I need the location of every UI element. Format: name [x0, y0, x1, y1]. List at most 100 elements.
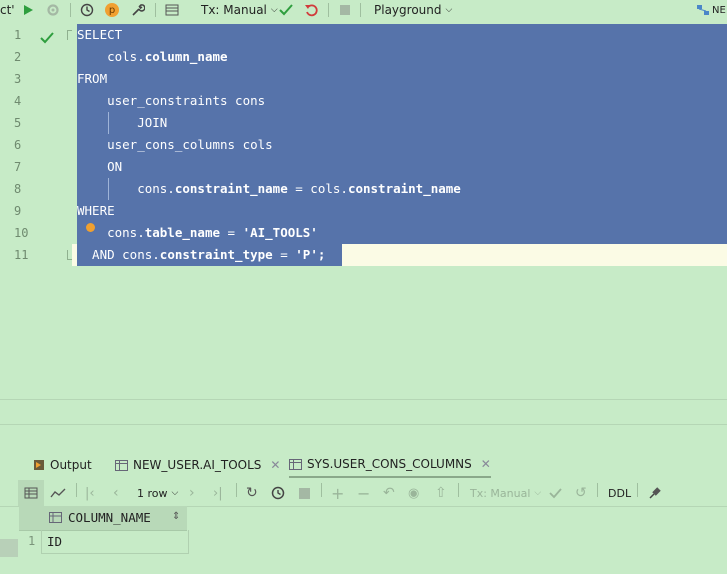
row-number: 1 — [28, 534, 36, 548]
chevron-down-icon: ⌵ — [445, 5, 453, 15]
ddl-button[interactable]: DDL — [608, 480, 631, 506]
code-token: = cols. — [287, 181, 348, 196]
toolbar-separator — [597, 483, 598, 497]
selection-block — [485, 24, 727, 244]
history-clock-icon[interactable] — [80, 0, 94, 20]
results-tx-mode-dropdown[interactable]: Tx: Manual ⌵ — [470, 480, 541, 506]
code-line: cons.table_name = 'AI_TOOLS' — [77, 222, 318, 244]
code-line: FROM — [77, 68, 107, 90]
table-icon — [115, 459, 128, 471]
code-token: column_name — [144, 49, 228, 64]
sort-icon[interactable]: ⇕ — [172, 511, 180, 522]
close-icon[interactable]: ✕ — [270, 458, 280, 472]
cell-value: ID — [47, 534, 63, 549]
toolbar-separator — [637, 483, 638, 497]
chart-view-icon[interactable] — [50, 480, 66, 506]
toolbar-separator — [328, 3, 329, 17]
pin-icon[interactable] — [648, 480, 662, 506]
code-token: table_name — [144, 225, 220, 240]
preview-icon[interactable]: ◉ — [408, 480, 419, 506]
table-icon — [289, 458, 302, 470]
commit-check-icon[interactable] — [279, 0, 293, 20]
tx-mode-label: Tx: Manual — [201, 3, 267, 17]
code-token: 'P'; — [295, 247, 326, 262]
query-history-icon[interactable] — [271, 480, 286, 506]
add-row-icon[interactable]: + — [331, 480, 344, 506]
code-line: ON — [77, 156, 122, 178]
profile-badge: p — [105, 3, 119, 17]
results-grid: COLUMN_NAME ⇕ 1 ID — [0, 506, 727, 574]
column-header-label: COLUMN_NAME — [68, 510, 151, 525]
stop-query-icon[interactable] — [299, 480, 310, 506]
row-count-label: 1 row — [137, 486, 168, 500]
rollback-icon[interactable] — [304, 0, 318, 20]
commit-check-icon[interactable] — [549, 480, 562, 506]
tab-new-user-ai-tools[interactable]: NEW_USER.AI_TOOLS ✕ — [115, 452, 280, 478]
last-page-icon[interactable]: ›| — [213, 480, 223, 506]
tab-sys-user-cons-columns[interactable]: SYS.USER_CONS_COLUMNS ✕ — [289, 452, 491, 478]
profile-badge-icon[interactable]: p — [105, 0, 119, 20]
code-line: SELECT — [77, 24, 122, 46]
code-line: cols.column_name — [77, 46, 228, 68]
code-line: AND cons.constraint_type = 'P'; — [77, 244, 325, 266]
code-line: user_constraints cons — [77, 90, 265, 112]
toolbar-separator — [76, 483, 77, 497]
next-page-icon[interactable]: › — [189, 480, 195, 506]
results-toolbar: |‹ ‹ 1 row ⌵ › ›| ↻ + − ↶ ◉ ⇧ Tx: Manual… — [0, 480, 727, 507]
previous-page-icon[interactable]: ‹ — [113, 480, 119, 506]
code-token: ON — [77, 159, 123, 174]
line-number: 4 — [14, 94, 22, 108]
row-count-dropdown[interactable]: 1 row ⌵ — [137, 480, 178, 506]
chevron-down-icon: ⌵ — [534, 488, 542, 498]
delete-row-icon[interactable]: − — [357, 480, 370, 506]
code-token: constraint_name — [347, 181, 461, 196]
tx-mode-dropdown[interactable]: Tx: Manual ⌵ — [201, 0, 278, 20]
code-token: constraint_type — [159, 247, 273, 262]
toolbar-separator — [458, 483, 459, 497]
chevron-down-icon: ⌵ — [171, 488, 179, 498]
submit-icon[interactable]: ⇧ — [435, 480, 447, 506]
results-tabbar: Output NEW_USER.AI_TOOLS ✕ SYS.USER_CONS… — [0, 452, 727, 478]
debug-gear-icon[interactable] — [46, 0, 60, 20]
main-toolbar: ct' p Tx: Manual ⌵ Playground ⌵ NE — [0, 0, 727, 20]
toolbar-separator — [155, 3, 156, 17]
tx-mode-label: Tx: Manual — [470, 486, 531, 500]
intention-bulb-icon[interactable] — [86, 223, 95, 232]
revert-icon[interactable]: ↶ — [383, 480, 395, 506]
line-number: 8 — [14, 182, 22, 196]
line-number: 9 — [14, 204, 22, 218]
code-line: JOIN — [77, 112, 167, 134]
playground-dropdown[interactable]: Playground ⌵ — [374, 0, 452, 20]
code-token: JOIN — [77, 115, 168, 130]
row-header-marker — [0, 539, 18, 557]
tab-output[interactable]: Output — [33, 452, 92, 478]
code-token: user_constraints cons — [77, 93, 266, 108]
first-page-icon[interactable]: |‹ — [85, 480, 95, 506]
line-number: 5 — [14, 116, 22, 130]
tab-label: Output — [50, 458, 92, 472]
line-number: 1 — [14, 28, 22, 42]
wrench-icon[interactable] — [131, 0, 145, 20]
refresh-icon[interactable]: ↻ — [246, 480, 258, 506]
line-number: 11 — [14, 248, 29, 262]
line-number: 2 — [14, 50, 22, 64]
check-ok-icon — [40, 29, 54, 48]
code-token: AND cons. — [77, 247, 160, 262]
table-cell[interactable]: ID — [41, 530, 189, 554]
code-token: user_cons_columns cols — [77, 137, 273, 152]
close-icon[interactable]: ✕ — [481, 457, 491, 471]
run-icon[interactable] — [22, 0, 34, 20]
column-header[interactable]: COLUMN_NAME ⇕ — [19, 506, 187, 531]
code-token: 'AI_TOOLS' — [242, 225, 318, 240]
grid-view-icon[interactable] — [18, 480, 44, 506]
line-number: 7 — [14, 160, 22, 174]
rollback-icon[interactable]: ↺ — [575, 480, 587, 506]
schema-switcher[interactable]: NE — [696, 0, 726, 20]
tab-label: NEW_USER.AI_TOOLS — [133, 458, 262, 472]
code-token: = — [220, 225, 243, 240]
code-token: = — [272, 247, 296, 262]
schema-icon — [697, 5, 709, 15]
toolbar-separator — [360, 3, 361, 17]
table-view-icon[interactable] — [165, 0, 179, 20]
stop-icon[interactable] — [339, 0, 351, 20]
